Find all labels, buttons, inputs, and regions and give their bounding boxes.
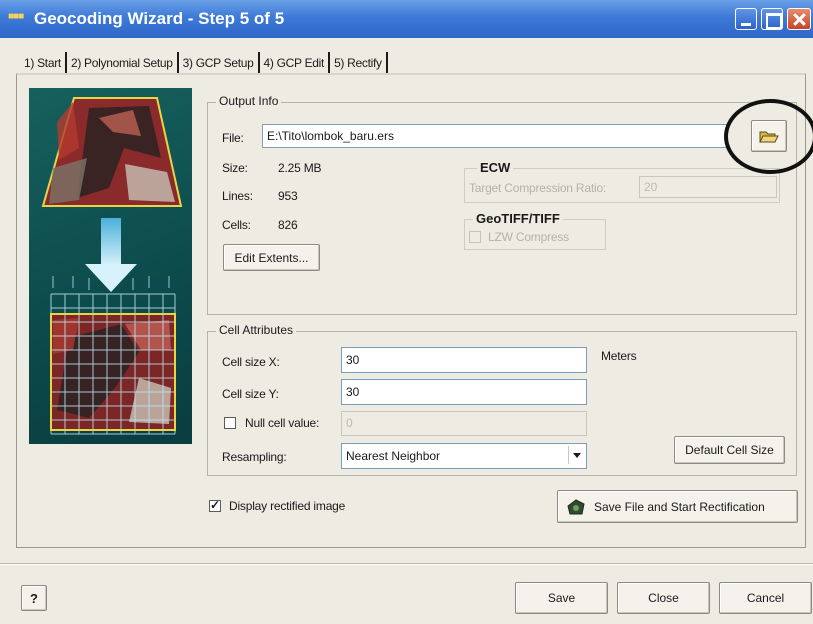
lines-value: 953 — [278, 189, 298, 203]
save-disk-icon — [567, 498, 585, 514]
help-icon: ? — [30, 590, 38, 606]
title-bar[interactable]: ■■■ Geocoding Wizard - Step 5 of 5 — [0, 0, 813, 38]
display-rectified-checkbox[interactable]: ✓ — [209, 498, 221, 512]
cell-size-x-field[interactable]: 30 — [341, 347, 587, 373]
highlight-circle-annotation — [724, 99, 813, 174]
output-info-label: Output Info — [216, 94, 282, 108]
tab-start[interactable]: 1) Start — [20, 52, 67, 74]
close-icon[interactable] — [787, 8, 811, 30]
null-cell-value-field[interactable]: 0 — [341, 411, 587, 436]
app-logo-icon: ■■■ — [8, 11, 24, 22]
resampling-select[interactable]: Nearest Neighbor — [341, 443, 587, 469]
cell-size-x-label: Cell size X: — [222, 355, 280, 369]
cell-size-y-label: Cell size Y: — [222, 387, 279, 401]
minimize-icon[interactable] — [735, 8, 757, 30]
save-and-start-rectification-button[interactable]: Save File and Start Rectification — [557, 490, 798, 523]
footer-separator — [0, 563, 813, 565]
wizard-tab-strip: 1) Start 2) Polynomial Setup 3) GCP Setu… — [20, 52, 388, 74]
geotiff-label: GeoTIFF/TIFF — [473, 211, 563, 226]
file-label: File: — [222, 131, 244, 145]
resampling-selected-value: Nearest Neighbor — [346, 449, 441, 463]
size-value: 2.25 MB — [278, 161, 322, 175]
null-cell-value-label: Null cell value: — [245, 416, 320, 430]
tab-gcp-setup[interactable]: 3) GCP Setup — [179, 52, 260, 74]
window-title: Geocoding Wizard - Step 5 of 5 — [34, 9, 285, 28]
tab-gcp-edit[interactable]: 4) GCP Edit — [260, 52, 331, 74]
edit-extents-button[interactable]: Edit Extents... — [223, 244, 320, 271]
lines-label: Lines: — [222, 189, 253, 203]
cells-value: 826 — [278, 218, 298, 232]
lzw-compress-label: LZW Compress — [488, 230, 569, 244]
output-file-field[interactable]: E:\Tito\lombok_baru.ers — [262, 124, 728, 148]
save-and-start-label: Save File and Start Rectification — [594, 499, 765, 514]
lzw-compress-checkbox[interactable] — [469, 231, 481, 243]
compression-ratio-field[interactable]: 20 — [639, 176, 777, 198]
close-button[interactable]: Close — [617, 582, 710, 614]
rectification-preview-image — [29, 88, 192, 444]
cell-size-y-field[interactable]: 30 — [341, 379, 587, 405]
cells-label: Cells: — [222, 218, 251, 232]
cell-attributes-label: Cell Attributes — [216, 323, 297, 337]
tab-rectify[interactable]: 5) Rectify — [330, 52, 388, 74]
help-button[interactable]: ? — [21, 585, 47, 611]
chevron-down-icon[interactable] — [568, 446, 584, 464]
cancel-button[interactable]: Cancel — [719, 582, 812, 614]
down-arrow-icon — [101, 218, 121, 266]
resampling-label: Resampling: — [222, 450, 287, 464]
cell-size-units-label: Meters — [601, 349, 637, 363]
null-cell-value-checkbox[interactable] — [224, 417, 236, 429]
checkmark-icon: ✓ — [210, 498, 221, 512]
default-cell-size-button[interactable]: Default Cell Size — [674, 436, 785, 464]
maximize-icon[interactable] — [761, 8, 783, 30]
tab-polynomial-setup[interactable]: 2) Polynomial Setup — [67, 52, 179, 74]
ecw-label: ECW — [477, 160, 514, 175]
target-compression-label: Target Compression Ratio: — [469, 181, 607, 195]
rectification-diagram — [41, 97, 183, 435]
display-rectified-label: Display rectified image — [229, 499, 346, 513]
size-label: Size: — [222, 161, 248, 175]
geocoding-wizard-window: ■■■ Geocoding Wizard - Step 5 of 5 1) St… — [0, 0, 813, 624]
save-button[interactable]: Save — [515, 582, 608, 614]
